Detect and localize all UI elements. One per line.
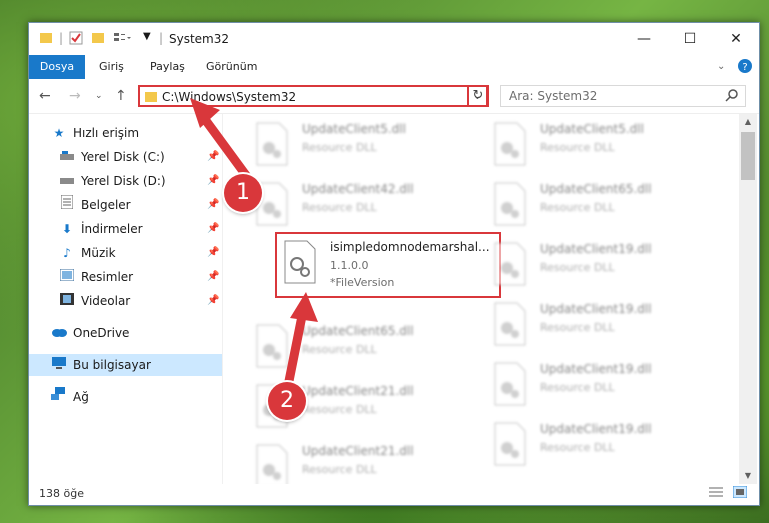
annotation-arrows xyxy=(190,98,318,391)
callout-badge-1: 1 xyxy=(224,174,262,212)
arrow-2 xyxy=(283,292,318,391)
arrow-1 xyxy=(190,98,253,183)
callout-badge-2: 2 xyxy=(268,382,306,420)
